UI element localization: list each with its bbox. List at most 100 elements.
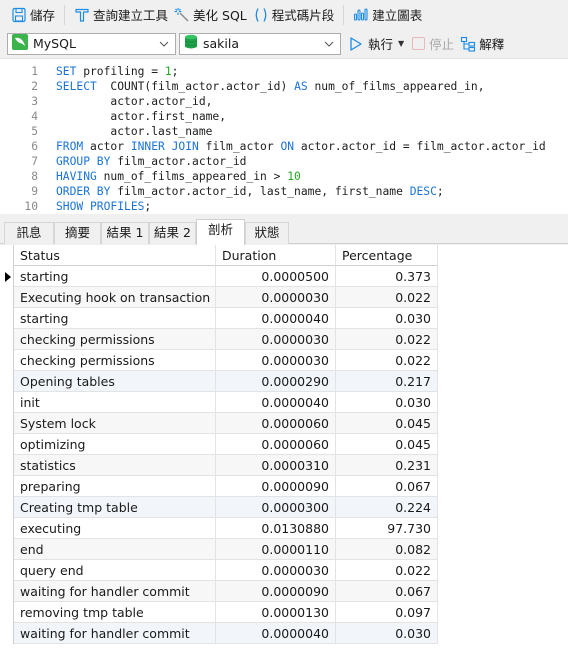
- row-indicator[interactable]: [0, 497, 14, 518]
- duration-cell[interactable]: 0.0000030: [216, 329, 336, 350]
- percentage-cell[interactable]: 0.022: [336, 560, 438, 581]
- duration-cell[interactable]: 0.0000090: [216, 581, 336, 602]
- percentage-cell[interactable]: 0.097: [336, 602, 438, 623]
- percentage-cell[interactable]: 0.224: [336, 497, 438, 518]
- status-cell[interactable]: query end: [14, 560, 216, 581]
- create-chart-button[interactable]: 建立圖表: [350, 4, 425, 26]
- percentage-cell[interactable]: 0.022: [336, 350, 438, 371]
- row-indicator[interactable]: [0, 476, 14, 497]
- table-row[interactable]: init 0.0000040 0.030: [0, 392, 438, 413]
- run-button[interactable]: 執行 ▼: [348, 34, 404, 53]
- percentage-cell[interactable]: 0.373: [336, 266, 438, 287]
- duration-cell[interactable]: 0.0000310: [216, 455, 336, 476]
- table-row[interactable]: starting 0.0000040 0.030: [0, 308, 438, 329]
- row-indicator[interactable]: [0, 455, 14, 476]
- row-indicator[interactable]: [0, 371, 14, 392]
- tab-5[interactable]: 狀態: [245, 222, 289, 244]
- row-indicator[interactable]: [0, 413, 14, 434]
- status-cell[interactable]: checking permissions: [14, 329, 216, 350]
- percentage-cell[interactable]: 0.067: [336, 581, 438, 602]
- status-cell[interactable]: waiting for handler commit: [14, 623, 216, 644]
- percentage-cell[interactable]: 0.022: [336, 287, 438, 308]
- duration-cell[interactable]: 0.0000500: [216, 266, 336, 287]
- duration-cell[interactable]: 0.0130880: [216, 518, 336, 539]
- table-row[interactable]: end 0.0000110 0.082: [0, 539, 438, 560]
- duration-cell[interactable]: 0.0000060: [216, 434, 336, 455]
- status-cell[interactable]: waiting for handler commit: [14, 581, 216, 602]
- tab-3[interactable]: 結果 2: [149, 222, 196, 244]
- column-header-duration[interactable]: Duration: [216, 245, 336, 266]
- column-header-percentage[interactable]: Percentage: [336, 245, 438, 266]
- column-header-status[interactable]: Status: [14, 245, 216, 266]
- percentage-cell[interactable]: 0.045: [336, 413, 438, 434]
- percentage-cell[interactable]: 0.022: [336, 329, 438, 350]
- percentage-cell[interactable]: 0.045: [336, 434, 438, 455]
- row-indicator[interactable]: [0, 623, 14, 644]
- percentage-cell[interactable]: 0.217: [336, 371, 438, 392]
- duration-cell[interactable]: 0.0000040: [216, 392, 336, 413]
- row-indicator[interactable]: [0, 392, 14, 413]
- row-indicator[interactable]: [0, 329, 14, 350]
- explain-button[interactable]: 解釋: [460, 34, 504, 53]
- percentage-cell[interactable]: 0.082: [336, 539, 438, 560]
- table-row[interactable]: executing 0.0130880 97.730: [0, 518, 438, 539]
- row-indicator[interactable]: [0, 287, 14, 308]
- table-row[interactable]: optimizing 0.0000060 0.045: [0, 434, 438, 455]
- status-cell[interactable]: statistics: [14, 455, 216, 476]
- row-indicator[interactable]: [0, 518, 14, 539]
- percentage-cell[interactable]: 0.030: [336, 392, 438, 413]
- connection-select[interactable]: MySQL: [7, 32, 176, 55]
- duration-cell[interactable]: 0.0000290: [216, 371, 336, 392]
- row-indicator[interactable]: [0, 266, 14, 287]
- save-button[interactable]: 儲存: [8, 4, 58, 26]
- row-indicator[interactable]: [0, 434, 14, 455]
- status-cell[interactable]: end: [14, 539, 216, 560]
- row-indicator[interactable]: [0, 581, 14, 602]
- row-indicator[interactable]: [0, 539, 14, 560]
- database-select[interactable]: sakila: [179, 32, 341, 55]
- percentage-cell[interactable]: 0.067: [336, 476, 438, 497]
- status-cell[interactable]: starting: [14, 308, 216, 329]
- tab-0[interactable]: 訊息: [4, 222, 54, 244]
- duration-cell[interactable]: 0.0000110: [216, 539, 336, 560]
- duration-cell[interactable]: 0.0000060: [216, 413, 336, 434]
- duration-cell[interactable]: 0.0000300: [216, 497, 336, 518]
- percentage-cell[interactable]: 0.030: [336, 623, 438, 644]
- row-indicator[interactable]: [0, 350, 14, 371]
- sql-editor[interactable]: 1 SET profiling = 1; 2 SELECT COUNT(film_ac…: [0, 58, 568, 214]
- code-snippet-button[interactable]: 程式碼片段: [250, 4, 338, 26]
- duration-cell[interactable]: 0.0000030: [216, 287, 336, 308]
- row-indicator[interactable]: [0, 602, 14, 623]
- duration-cell[interactable]: 0.0000040: [216, 308, 336, 329]
- tab-1[interactable]: 摘要: [54, 222, 101, 244]
- percentage-cell[interactable]: 97.730: [336, 518, 438, 539]
- duration-cell[interactable]: 0.0000030: [216, 560, 336, 581]
- duration-cell[interactable]: 0.0000130: [216, 602, 336, 623]
- percentage-cell[interactable]: 0.231: [336, 455, 438, 476]
- row-indicator[interactable]: [0, 560, 14, 581]
- duration-cell[interactable]: 0.0000040: [216, 623, 336, 644]
- table-row[interactable]: starting 0.0000500 0.373: [0, 266, 438, 287]
- table-row[interactable]: System lock 0.0000060 0.045: [0, 413, 438, 434]
- table-row[interactable]: waiting for handler commit 0.0000090 0.067: [0, 581, 438, 602]
- status-cell[interactable]: System lock: [14, 413, 216, 434]
- status-cell[interactable]: removing tmp table: [14, 602, 216, 623]
- table-row[interactable]: Opening tables 0.0000290 0.217: [0, 371, 438, 392]
- duration-cell[interactable]: 0.0000090: [216, 476, 336, 497]
- status-cell[interactable]: checking permissions: [14, 350, 216, 371]
- table-row[interactable]: statistics 0.0000310 0.231: [0, 455, 438, 476]
- status-cell[interactable]: starting: [14, 266, 216, 287]
- status-cell[interactable]: Opening tables: [14, 371, 216, 392]
- status-cell[interactable]: preparing: [14, 476, 216, 497]
- stop-button[interactable]: 停止: [412, 34, 454, 53]
- tab-2[interactable]: 結果 1: [101, 222, 149, 244]
- status-cell[interactable]: optimizing: [14, 434, 216, 455]
- tab-4[interactable]: 剖析: [196, 219, 245, 245]
- status-cell[interactable]: Creating tmp table: [14, 497, 216, 518]
- table-row[interactable]: query end 0.0000030 0.022: [0, 560, 438, 581]
- table-row[interactable]: waiting for handler commit 0.0000040 0.030: [0, 623, 438, 644]
- duration-cell[interactable]: 0.0000030: [216, 350, 336, 371]
- percentage-cell[interactable]: 0.030: [336, 308, 438, 329]
- status-cell[interactable]: init: [14, 392, 216, 413]
- table-row[interactable]: Executing hook on transaction 0.0000030 0.…: [0, 287, 438, 308]
